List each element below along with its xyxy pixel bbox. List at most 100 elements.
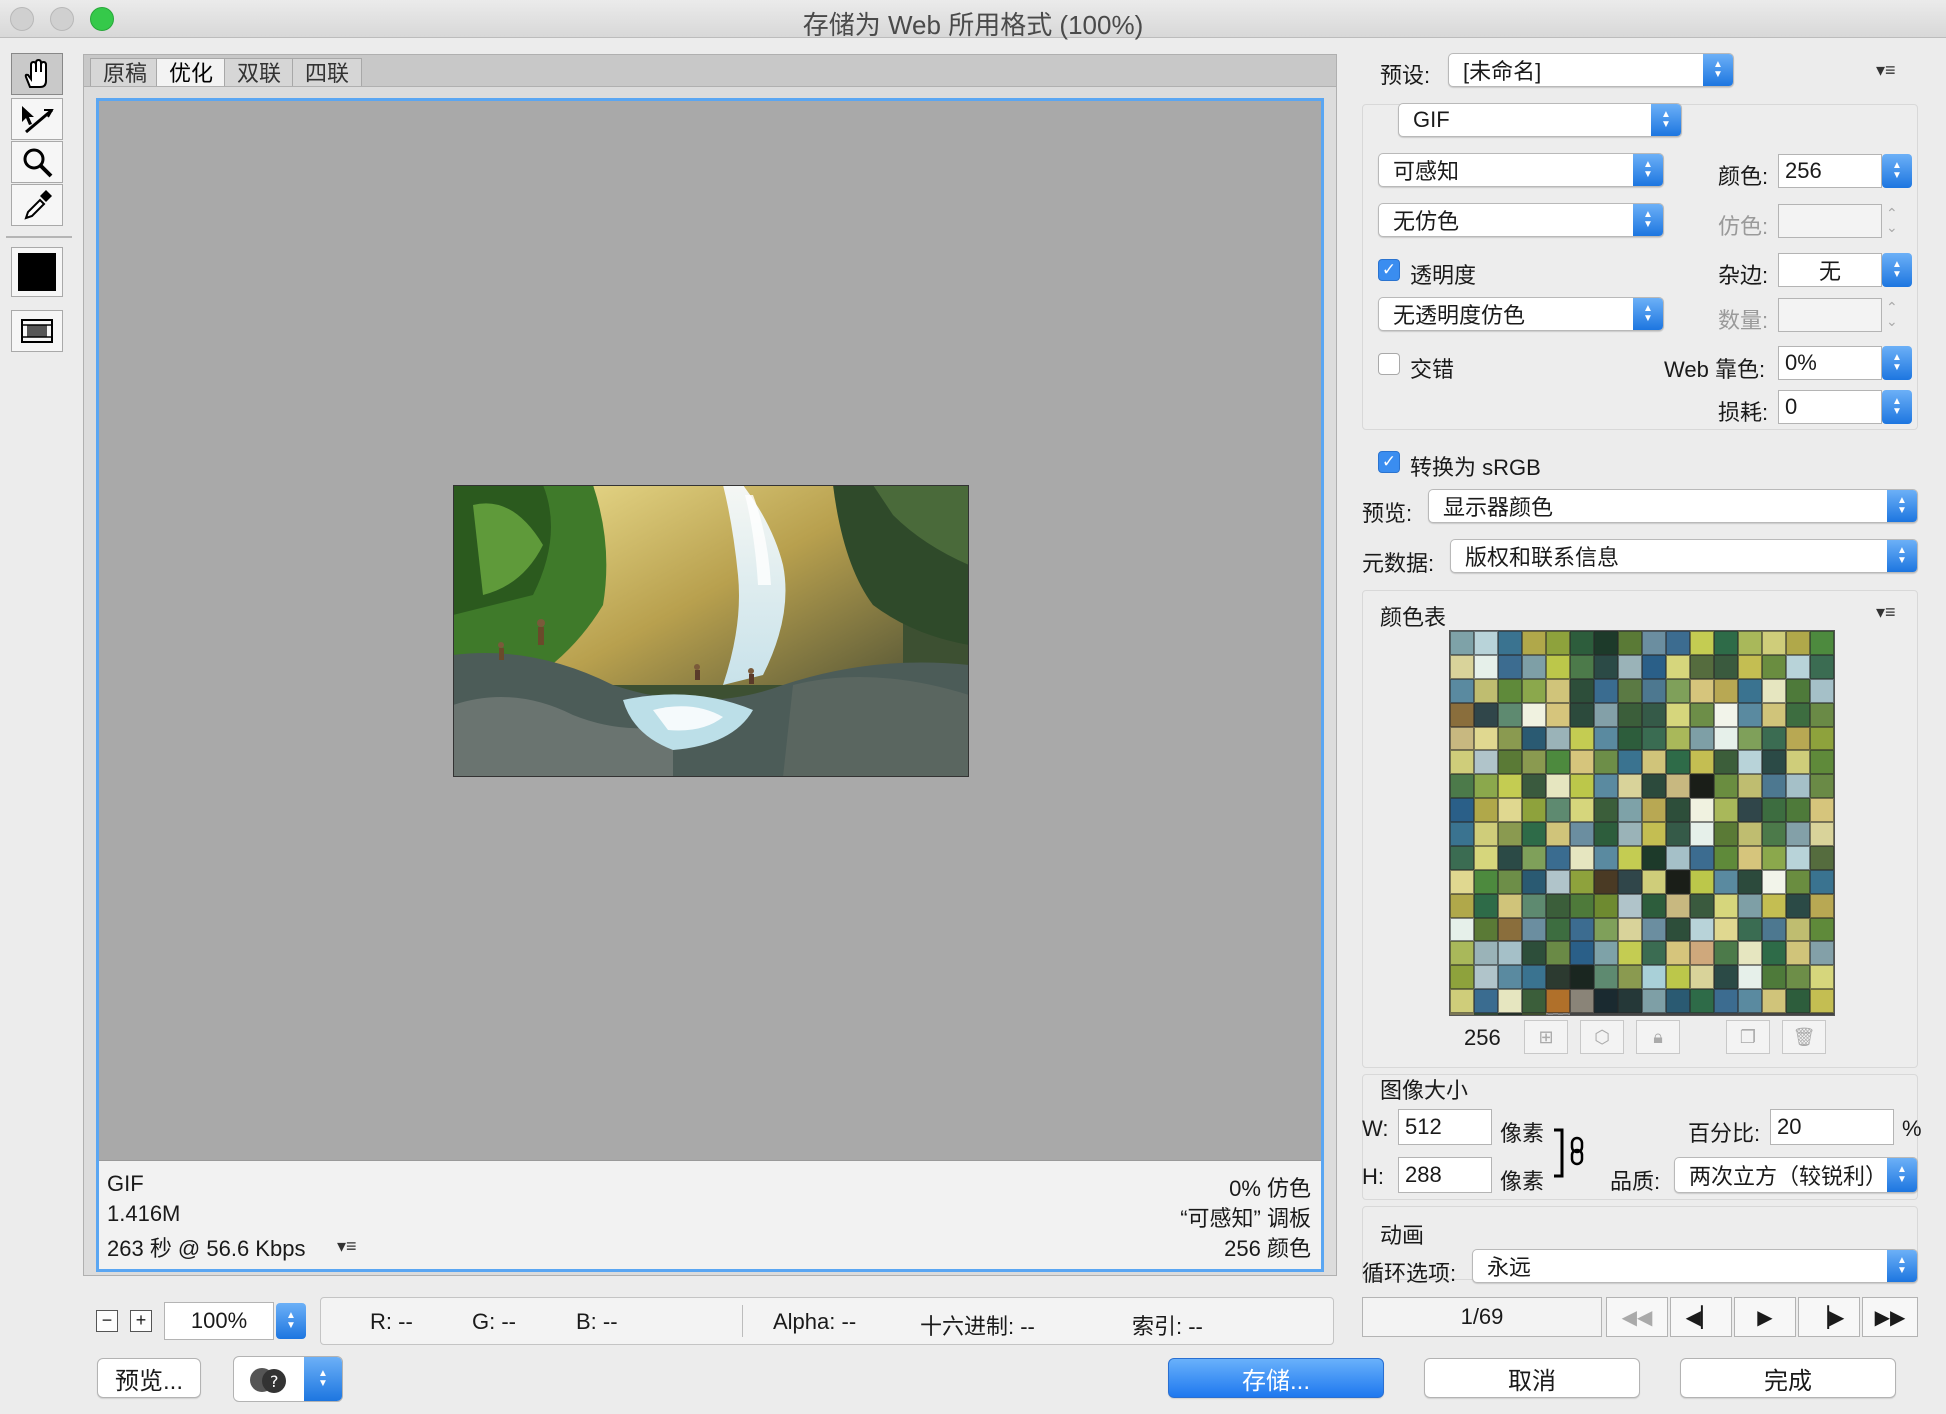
color-swatch-cell[interactable] (1714, 702, 1738, 727)
play-button[interactable]: ▶ (1734, 1297, 1796, 1337)
convert-srgb-checkbox[interactable]: ✓ (1378, 451, 1400, 473)
color-swatch-cell[interactable] (1498, 989, 1522, 1013)
color-swatch-cell[interactable] (1642, 845, 1666, 870)
color-swatch-cell[interactable] (1666, 631, 1690, 655)
color-swatch-cell[interactable] (1618, 965, 1642, 990)
color-swatch-cell[interactable] (1810, 702, 1834, 727)
color-swatch-cell[interactable] (1570, 750, 1594, 775)
color-swatch-cell[interactable] (1570, 941, 1594, 966)
color-swatch-cell[interactable] (1642, 702, 1666, 727)
color-swatch-cell[interactable] (1474, 822, 1498, 846)
color-swatch-cell[interactable] (1810, 845, 1834, 870)
next-frame-button[interactable]: ▕▶ (1798, 1297, 1860, 1337)
width-field[interactable]: 512 (1398, 1109, 1492, 1145)
color-swatch-cell[interactable] (1714, 774, 1738, 799)
color-swatch-cell[interactable] (1714, 941, 1738, 966)
color-swatch-cell[interactable] (1618, 631, 1642, 655)
color-swatch-cell[interactable] (1666, 989, 1690, 1013)
done-button[interactable]: 完成 (1680, 1358, 1896, 1398)
color-swatch-cell[interactable] (1522, 798, 1546, 822)
color-swatch-cell[interactable] (1786, 822, 1810, 846)
color-swatch-cell[interactable] (1498, 726, 1522, 751)
color-swatch-cell[interactable] (1786, 893, 1810, 918)
color-swatch-cell[interactable] (1810, 678, 1834, 703)
color-swatch-cell[interactable] (1642, 989, 1666, 1013)
color-swatch-cell[interactable] (1594, 750, 1618, 775)
color-swatch-cell[interactable] (1450, 631, 1474, 655)
preview-browser-select[interactable]: ? ▲ ▼ (233, 1356, 343, 1402)
color-swatch-cell[interactable] (1690, 965, 1714, 990)
last-frame-button[interactable]: ▶▶ (1862, 1297, 1918, 1337)
color-swatch-cell[interactable] (1786, 678, 1810, 703)
color-swatch-cell[interactable] (1474, 678, 1498, 703)
color-swatch-cell[interactable] (1762, 845, 1786, 870)
color-swatch-cell[interactable] (1522, 869, 1546, 894)
color-swatch-cell[interactable] (1522, 965, 1546, 990)
color-swatch-cell[interactable] (1498, 869, 1522, 894)
preview-button[interactable]: 预览... (97, 1358, 201, 1398)
zoom-level-field[interactable]: 100% (164, 1302, 274, 1340)
color-swatch-cell[interactable] (1738, 774, 1762, 799)
color-swatch-cell[interactable] (1642, 750, 1666, 775)
color-swatch-cell[interactable] (1450, 965, 1474, 990)
color-swatch-cell[interactable] (1642, 893, 1666, 918)
color-swatch-cell[interactable] (1762, 989, 1786, 1013)
color-swatch-cell[interactable] (1498, 678, 1522, 703)
color-swatch-cell[interactable] (1474, 893, 1498, 918)
web-shift-icon[interactable]: ⬡ (1580, 1020, 1624, 1054)
color-swatch-cell[interactable] (1762, 822, 1786, 846)
color-swatch-cell[interactable] (1546, 893, 1570, 918)
web-snap-field[interactable]: 0% (1778, 346, 1882, 380)
color-swatch-cell[interactable] (1642, 631, 1666, 655)
color-swatch-cell[interactable] (1570, 989, 1594, 1013)
color-swatch-cell[interactable] (1594, 869, 1618, 894)
color-swatch-cell[interactable] (1666, 726, 1690, 751)
color-swatch-cell[interactable] (1786, 845, 1810, 870)
color-swatch-cell[interactable] (1594, 965, 1618, 990)
transparent-swatch-cell[interactable] (1546, 1013, 1570, 1015)
color-swatch-cell[interactable] (1762, 917, 1786, 942)
color-swatch-cell[interactable] (1810, 965, 1834, 990)
color-swatch-cell[interactable] (1546, 989, 1570, 1013)
color-swatch-cell[interactable] (1498, 631, 1522, 655)
color-swatch-cell[interactable] (1690, 989, 1714, 1013)
color-swatch-cell[interactable] (1546, 822, 1570, 846)
color-swatch-cell[interactable] (1546, 678, 1570, 703)
color-swatch-cell[interactable] (1666, 941, 1690, 966)
color-swatch-cell[interactable] (1546, 654, 1570, 679)
color-swatch-cell[interactable] (1738, 965, 1762, 990)
color-swatch-cell[interactable] (1714, 917, 1738, 942)
color-swatch-cell[interactable] (1498, 893, 1522, 918)
color-swatch-cell[interactable] (1522, 893, 1546, 918)
color-swatch-cell[interactable] (1666, 798, 1690, 822)
color-swatch-cell[interactable] (1714, 822, 1738, 846)
color-swatch-cell[interactable] (1642, 798, 1666, 822)
color-swatch-cell[interactable] (1522, 941, 1546, 966)
color-swatch-cell[interactable] (1762, 798, 1786, 822)
preset-select[interactable]: [未命名] ▲ ▼ (1448, 53, 1734, 87)
color-swatch-cell[interactable] (1810, 798, 1834, 822)
color-swatch-cell[interactable] (1450, 654, 1474, 679)
color-swatch-cell[interactable] (1618, 869, 1642, 894)
color-swatch-cell[interactable] (1522, 1013, 1546, 1015)
color-swatch-cell[interactable] (1474, 726, 1498, 751)
color-swatch-cell[interactable] (1666, 893, 1690, 918)
color-swatch-cell[interactable] (1738, 678, 1762, 703)
color-swatch-cell[interactable] (1546, 726, 1570, 751)
color-swatch-cell[interactable] (1618, 750, 1642, 775)
color-swatch-cell[interactable] (1594, 726, 1618, 751)
color-swatch-cell[interactable] (1546, 845, 1570, 870)
color-swatch-cell[interactable] (1498, 1013, 1522, 1015)
color-swatch-cell[interactable] (1786, 869, 1810, 894)
color-swatch-cell[interactable] (1810, 989, 1834, 1013)
color-swatch-cell[interactable] (1714, 965, 1738, 990)
color-swatch-cell[interactable] (1690, 654, 1714, 679)
height-field[interactable]: 288 (1398, 1157, 1492, 1193)
color-swatch-cell[interactable] (1618, 917, 1642, 942)
zoom-level-stepper[interactable]: ▲ ▼ (276, 1303, 306, 1339)
color-swatch-cell[interactable] (1498, 654, 1522, 679)
save-button[interactable]: 存储... (1168, 1358, 1384, 1398)
optimize-menu-icon[interactable]: ▾≡ (1876, 60, 1896, 81)
color-swatch-cell[interactable] (1810, 917, 1834, 942)
color-swatch-cell[interactable] (1810, 750, 1834, 775)
